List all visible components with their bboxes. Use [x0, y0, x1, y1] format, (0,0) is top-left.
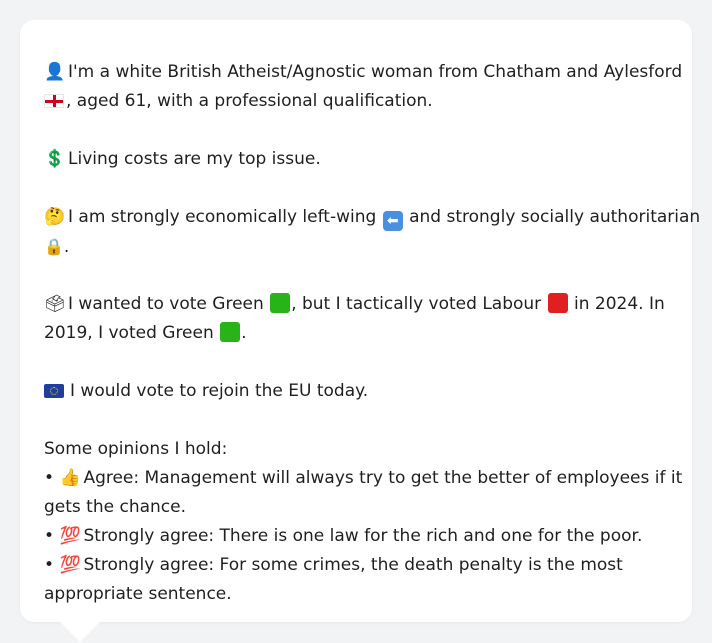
hundred-points-icon: 💯: [59, 526, 81, 546]
thinking-face-icon: 🤔: [44, 207, 66, 227]
profile-card: 👤 I'm a white British Atheist/Agnostic wo…: [20, 20, 700, 642]
ideology-line-1: 🤔 I am strongly economically left-wing ⬅ …: [44, 203, 700, 232]
opinion-2-line-1: • 💯 Strongly agree: There is one law for …: [44, 522, 670, 551]
eu-flag-icon: [44, 384, 64, 398]
england-flag-icon: [44, 94, 64, 108]
opinion-1-line-2: gets the chance.: [44, 497, 187, 517]
dollar-icon: 💲: [44, 149, 66, 169]
vote-line-2: 2019, I voted Green .: [44, 322, 247, 343]
ballot-box-icon: 🗳: [44, 294, 66, 314]
eu-line: I would vote to rejoin the EU today.: [44, 377, 670, 406]
vote-line-1: 🗳 I wanted to vote Green , but I tactical…: [44, 290, 670, 319]
lock-icon: 🔒: [44, 237, 64, 256]
thumbs-up-icon: 👍: [59, 468, 81, 488]
opinions-header: Some opinions I hold:: [44, 439, 228, 459]
profile-line-2: , aged 61, with a professional qualifica…: [44, 87, 670, 116]
opinion-3-line-2: appropriate sentence.: [44, 584, 232, 604]
opinion-3-line-1: • 💯 Strongly agree: For some crimes, the …: [44, 551, 670, 580]
speech-bubble-tail: [60, 622, 100, 642]
bust-in-silhouette-icon: 👤: [44, 62, 66, 82]
hundred-points-icon: 💯: [59, 555, 81, 575]
ideology-line-2: 🔒.: [44, 232, 670, 261]
profile-line-1: 👤 I'm a white British Atheist/Agnostic wo…: [44, 58, 682, 87]
opinion-1-line-1: • 👍 Agree: Management will always try to …: [44, 464, 682, 493]
green-square-icon: [220, 322, 241, 342]
green-square-icon: [270, 293, 291, 313]
red-square-icon: [547, 293, 568, 313]
top-issue-line: 💲 Living costs are my top issue.: [44, 145, 670, 174]
left-arrow-icon: ⬅: [382, 211, 403, 231]
